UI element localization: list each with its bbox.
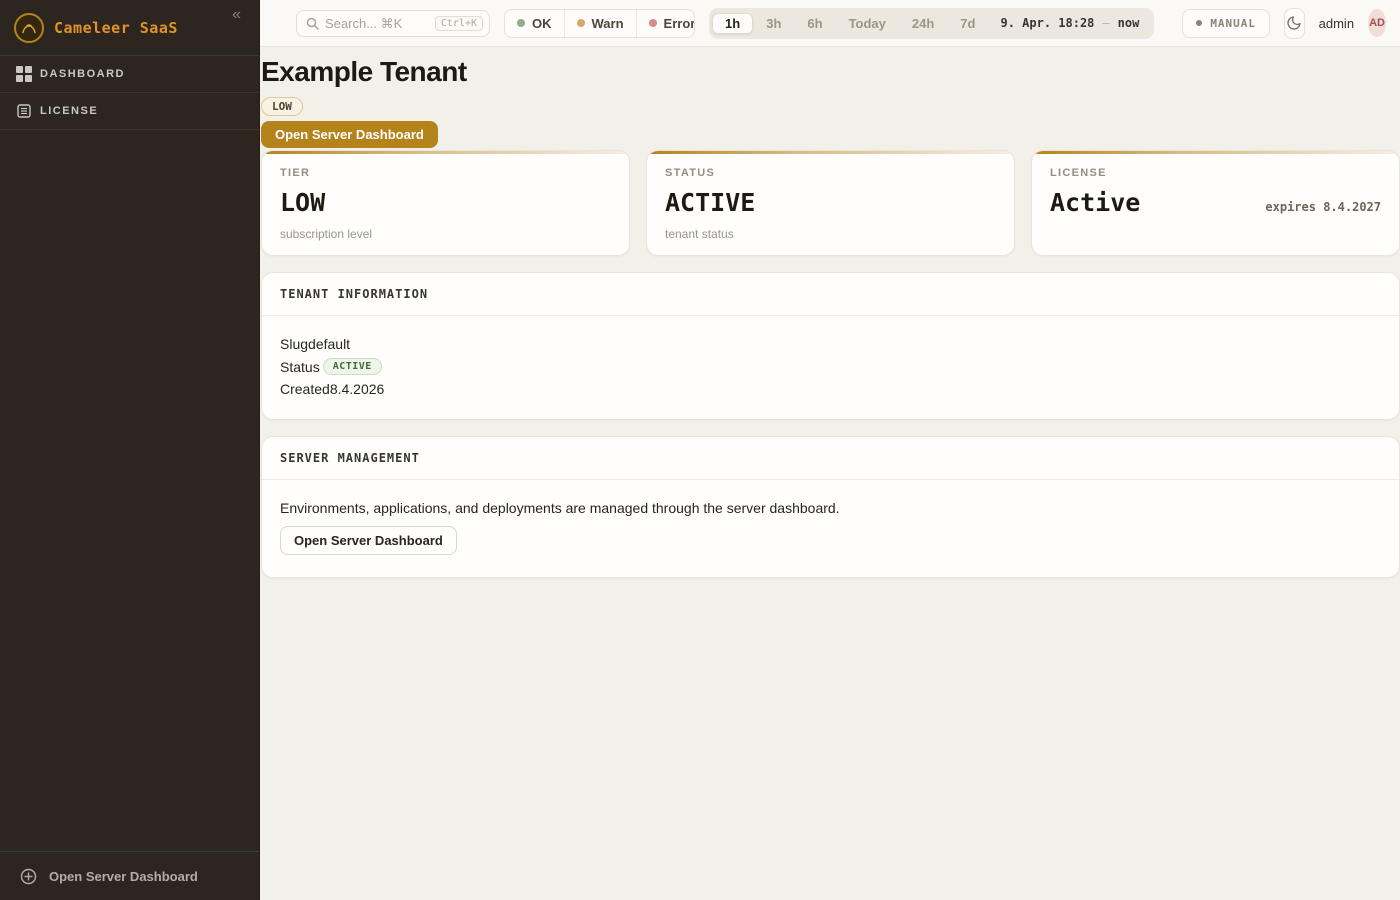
stat-card-value: LOW xyxy=(280,188,325,217)
stat-card-subtext: subscription level xyxy=(280,227,611,241)
time-end: now xyxy=(1118,16,1140,30)
open-server-dashboard-secondary-button[interactable]: Open Server Dashboard xyxy=(280,526,457,555)
sidebar-item-dashboard[interactable]: DASHBOARD xyxy=(0,56,259,93)
warn-status-dot-icon xyxy=(577,19,585,27)
license-expiry: expires 8.4.2027 xyxy=(1265,200,1381,214)
section-heading: TENANT INFORMATION xyxy=(262,273,1399,316)
status-filter-label: Warn xyxy=(592,16,624,31)
stat-card-value: ACTIVE xyxy=(665,188,755,217)
time-range-3h[interactable]: 3h xyxy=(753,13,794,34)
stat-card-subtext: tenant status xyxy=(665,227,996,241)
tier-card: TIER LOW subscription level xyxy=(261,150,630,256)
user-avatar[interactable]: AD xyxy=(1368,9,1386,37)
status-filter-error[interactable]: Error xyxy=(636,10,696,37)
sidebar: Cameleer SaaS « DASHBOARD LICENSE O xyxy=(0,0,260,900)
stat-cards-row: TIER LOW subscription level STATUS ACTIV… xyxy=(261,150,1400,256)
time-separator: – xyxy=(1102,16,1109,30)
search-icon xyxy=(306,17,319,30)
search-input[interactable] xyxy=(325,16,429,31)
user-name: admin xyxy=(1319,16,1354,31)
refresh-mode-label: MANUAL xyxy=(1210,17,1256,30)
refresh-mode-dot-icon xyxy=(1196,20,1202,26)
info-row-status: StatusACTIVE xyxy=(280,358,1381,375)
footer-action-label: Open Server Dashboard xyxy=(49,869,198,884)
main-content: Example Tenant LOW Open Server Dashboard… xyxy=(260,47,1400,900)
sidebar-collapse-icon[interactable]: « xyxy=(226,4,247,26)
time-range-today[interactable]: Today xyxy=(836,13,899,34)
error-status-dot-icon xyxy=(649,19,657,27)
info-label: Status xyxy=(280,359,320,375)
moon-icon xyxy=(1286,15,1302,31)
server-management-description: Environments, applications, and deployme… xyxy=(280,500,1381,516)
time-range-24h[interactable]: 24h xyxy=(899,13,947,34)
license-document-icon xyxy=(16,103,32,119)
stat-card-value: Active xyxy=(1050,188,1140,217)
stat-card-label: LICENSE xyxy=(1050,167,1381,179)
license-card: LICENSE Active expires 8.4.2027 xyxy=(1031,150,1400,256)
info-label: Slug xyxy=(280,336,308,352)
time-range-group: 1h 3h 6h Today 24h 7d 9. Apr. 18:28 – no… xyxy=(709,8,1154,39)
search-shortcut-kbd: Ctrl+K xyxy=(435,16,483,31)
sidebar-header: Cameleer SaaS « xyxy=(0,0,259,56)
sidebar-item-label: LICENSE xyxy=(40,105,98,117)
sidebar-open-server-dashboard[interactable]: Open Server Dashboard xyxy=(0,851,259,900)
dashboard-grid-icon xyxy=(16,66,32,82)
status-card: STATUS ACTIVE tenant status xyxy=(646,150,1015,256)
section-heading: SERVER MANAGEMENT xyxy=(262,437,1399,480)
brand-logo-camel-icon xyxy=(14,13,44,43)
info-label: Created xyxy=(280,381,330,397)
status-filter-ok[interactable]: OK xyxy=(505,10,564,37)
dark-mode-toggle[interactable] xyxy=(1284,8,1305,39)
circle-plus-icon xyxy=(20,868,37,885)
info-row-slug: Slugdefault xyxy=(280,336,1381,352)
open-server-dashboard-button[interactable]: Open Server Dashboard xyxy=(261,121,438,148)
ok-status-dot-icon xyxy=(517,19,525,27)
time-range-1h[interactable]: 1h xyxy=(712,13,753,34)
page-title: Example Tenant xyxy=(261,56,1400,88)
time-range-6h[interactable]: 6h xyxy=(794,13,835,34)
status-filter-label: Error xyxy=(664,16,696,31)
info-value: 8.4.2026 xyxy=(330,381,385,397)
status-filter-group: OK Warn Error Running xyxy=(504,9,695,38)
stat-card-label: STATUS xyxy=(665,167,996,179)
server-management-section: SERVER MANAGEMENT Environments, applicat… xyxy=(261,436,1400,578)
info-value: default xyxy=(308,336,350,352)
time-range-7d[interactable]: 7d xyxy=(947,13,988,34)
info-row-created: Created8.4.2026 xyxy=(280,381,1381,397)
active-status-badge: ACTIVE xyxy=(323,358,382,375)
topbar: Ctrl+K OK Warn Error Running 1h 3h 6 xyxy=(260,0,1400,47)
status-filter-label: OK xyxy=(532,16,552,31)
status-filter-warn[interactable]: Warn xyxy=(564,10,636,37)
brand-name: Cameleer SaaS xyxy=(54,19,216,37)
time-start: 9. Apr. 18:28 xyxy=(1000,16,1094,30)
refresh-mode-button[interactable]: MANUAL xyxy=(1182,9,1270,38)
sidebar-item-license[interactable]: LICENSE xyxy=(0,93,259,130)
tenant-information-section: TENANT INFORMATION Slugdefault StatusACT… xyxy=(261,272,1400,420)
sidebar-item-label: DASHBOARD xyxy=(40,68,125,80)
stat-card-label: TIER xyxy=(280,167,611,179)
search-box[interactable]: Ctrl+K xyxy=(296,10,490,37)
tier-badge: LOW xyxy=(261,97,303,116)
time-range-display[interactable]: 9. Apr. 18:28 – now xyxy=(988,16,1151,30)
